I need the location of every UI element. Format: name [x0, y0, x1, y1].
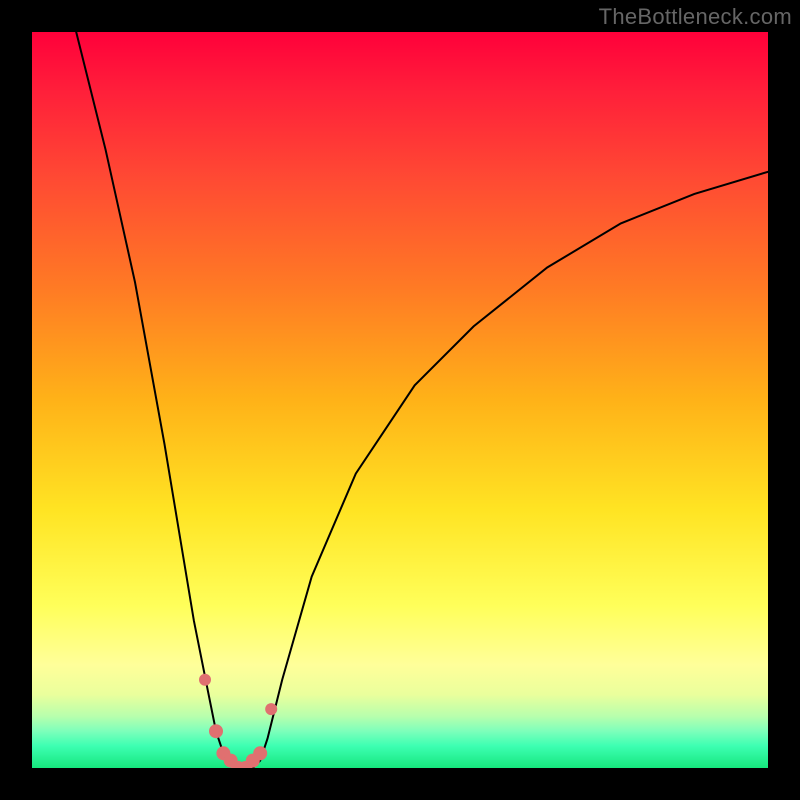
curve-dot	[209, 724, 223, 738]
watermark-text: TheBottleneck.com	[599, 4, 792, 30]
curve-dot	[199, 674, 211, 686]
plot-area	[32, 32, 768, 768]
bottleneck-curve	[76, 32, 768, 768]
curve-dot	[253, 746, 267, 760]
curve-layer	[32, 32, 768, 768]
chart-frame: TheBottleneck.com	[0, 0, 800, 800]
curve-dots	[199, 674, 277, 768]
curve-dot	[265, 703, 277, 715]
